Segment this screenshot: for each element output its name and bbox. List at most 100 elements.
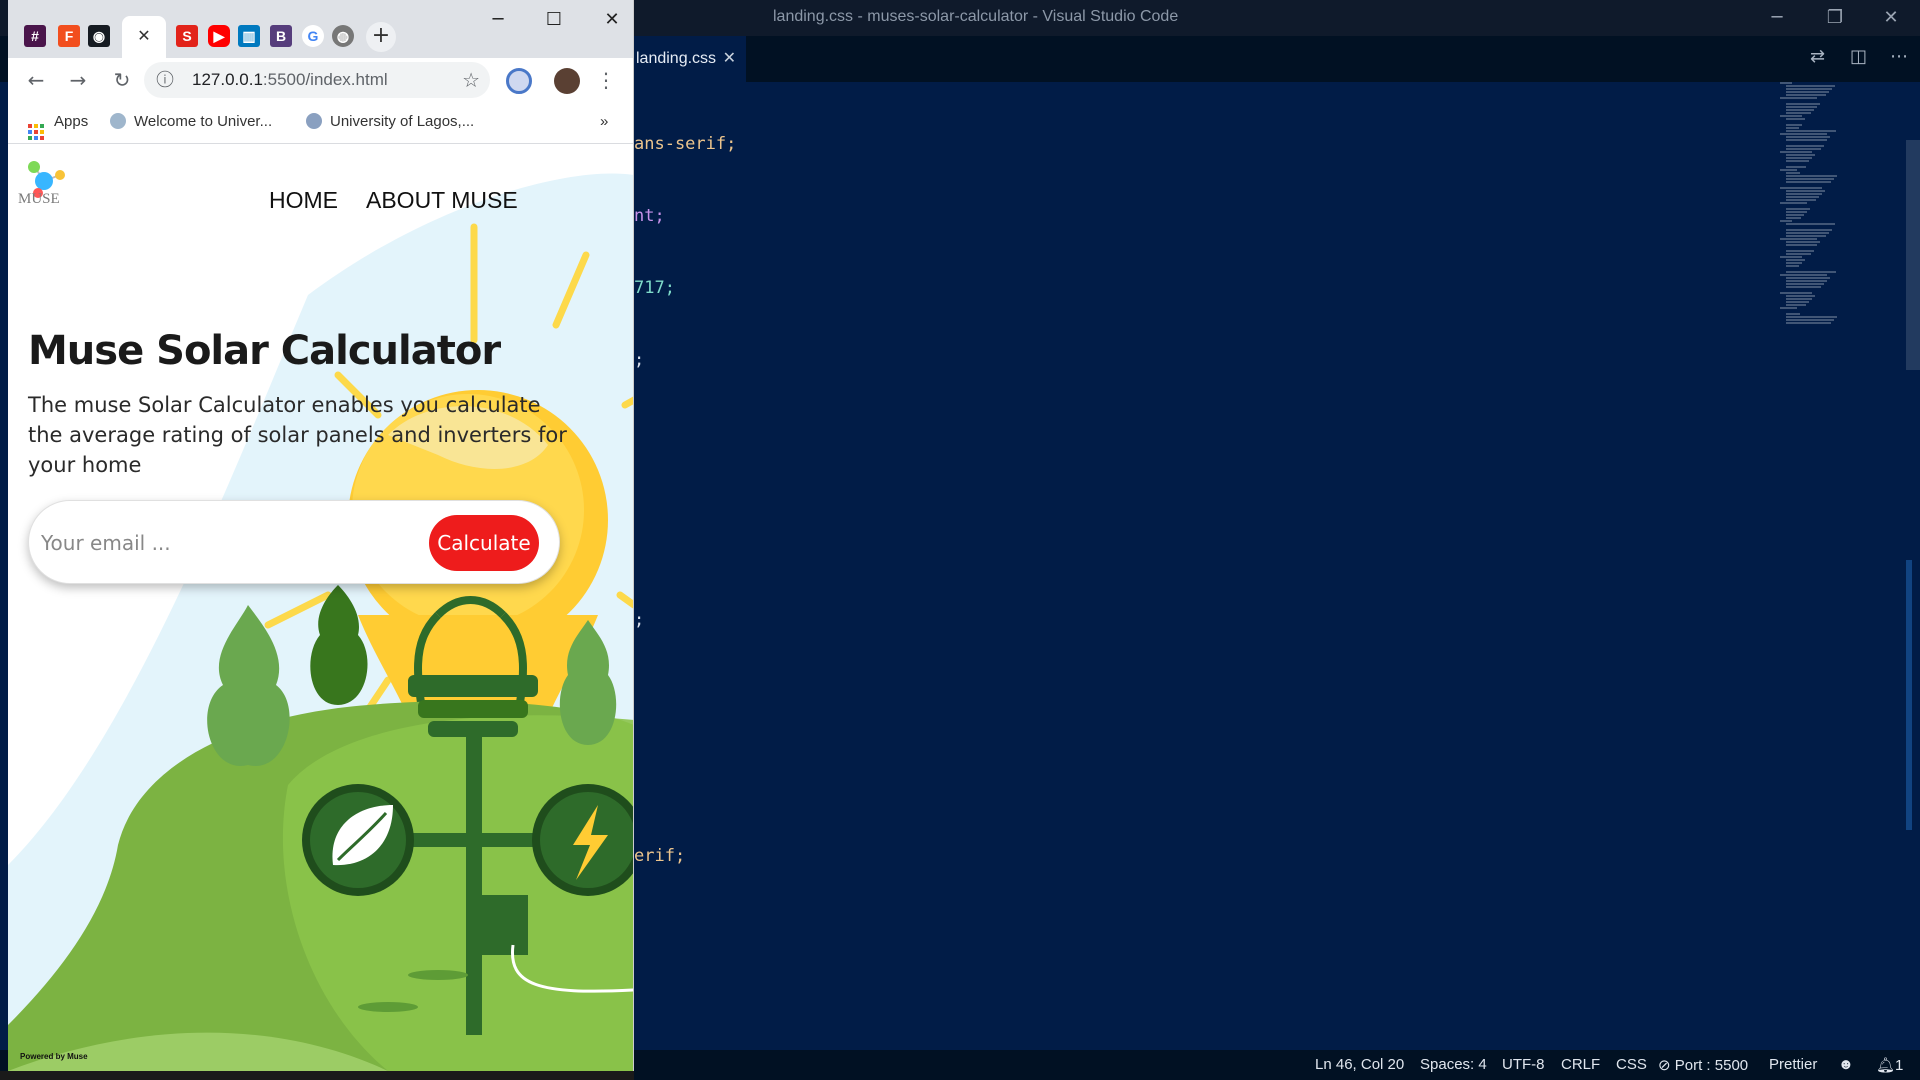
overview-ruler [1906, 560, 1912, 830]
maximize-button[interactable]: ☐ [534, 6, 574, 34]
minimap-line [1786, 166, 1806, 168]
minimap-line [1786, 232, 1829, 234]
minimap-line [1786, 217, 1801, 219]
address-bar[interactable]: i 127.0.0.1:5500/index.html ☆ [144, 62, 490, 98]
status-notifications[interactable]: 🔔︎1 [1876, 1056, 1903, 1074]
no-entry-icon: ⊘ [1658, 1057, 1671, 1074]
nav-about-link[interactable]: ABOUT MUSE [366, 187, 518, 214]
notification-count: 1 [1895, 1057, 1904, 1074]
minimap-line [1780, 238, 1817, 240]
bookmarks-bar: Apps Welcome to Univer... University of … [8, 102, 633, 144]
slides-icon[interactable]: S [176, 25, 198, 47]
close-window-button[interactable]: ✕ [592, 6, 632, 34]
minimap-line [1786, 85, 1835, 87]
slack-icon[interactable]: # [24, 25, 46, 47]
tab-landing-css[interactable]: landing.css ✕ [634, 36, 746, 82]
minimap-line [1786, 211, 1807, 213]
more-actions-icon[interactable]: ⋯ [1890, 46, 1908, 67]
site-info-icon[interactable]: i [156, 70, 174, 88]
minimap-line [1786, 322, 1831, 324]
minimap-line [1786, 148, 1821, 150]
minimap-line [1786, 88, 1832, 90]
bookmark-label: University of Lagos,... [330, 113, 475, 130]
nav-home-link[interactable]: HOME [269, 187, 338, 214]
minimap-line [1786, 160, 1809, 162]
status-indentation[interactable]: Spaces: 4 [1420, 1056, 1487, 1073]
url-text[interactable]: 127.0.0.1:5500/index.html [192, 70, 388, 90]
email-form: Calculate [28, 500, 560, 584]
bookmark-apps[interactable]: Apps [28, 113, 88, 140]
minimap-line [1786, 130, 1836, 132]
extension-icon[interactable] [506, 68, 532, 94]
bookmark-university-welcome[interactable]: Welcome to Univer... [110, 113, 272, 130]
minimap-line [1786, 235, 1826, 237]
youtube-icon[interactable]: ▶ [208, 25, 230, 47]
vscode-minimize-button[interactable]: ─ [1752, 4, 1802, 32]
minimap-line [1786, 259, 1805, 261]
powered-by-text: Powered by Muse [20, 1052, 88, 1061]
url-host: 127.0.0.1 [192, 70, 263, 89]
code-editor[interactable]: ans-serif; nt; 717; ; ; erif; [634, 82, 1784, 1050]
bookmarks-overflow-button[interactable]: » [600, 113, 608, 130]
minimap-line [1786, 199, 1816, 201]
bookmark-university-of-lagos[interactable]: University of Lagos,... [306, 113, 474, 130]
bookmark-star-icon[interactable]: ☆ [462, 68, 480, 92]
profile-avatar[interactable] [554, 68, 580, 94]
minimap-line [1786, 250, 1814, 252]
status-live-server[interactable]: ⊘ Port : 5500 [1658, 1056, 1748, 1074]
minimap-line [1786, 139, 1827, 141]
forward-button[interactable]: → [64, 66, 92, 94]
calculate-button[interactable]: Calculate [429, 515, 539, 571]
minimap-line [1780, 274, 1827, 276]
feedback-smiley-icon[interactable]: ☻ [1838, 1056, 1854, 1073]
back-button[interactable]: ← [22, 66, 50, 94]
split-editor-icon[interactable]: ◫ [1850, 46, 1867, 67]
minimap-line [1786, 112, 1811, 114]
status-encoding[interactable]: UTF-8 [1502, 1056, 1545, 1073]
bootstrap-icon[interactable]: B [270, 25, 292, 47]
minimap-line [1780, 220, 1792, 222]
vscode-restore-button[interactable]: ❐ [1810, 4, 1860, 32]
minimap-line [1786, 313, 1800, 315]
minimap-line [1786, 286, 1821, 288]
status-formatter[interactable]: Prettier [1769, 1056, 1817, 1073]
vscode-close-button[interactable]: ✕ [1866, 4, 1916, 32]
active-tab[interactable]: ✕ [122, 16, 166, 58]
minimap-line [1786, 262, 1802, 264]
code-fragment: 717; [634, 278, 675, 298]
status-eol[interactable]: CRLF [1561, 1056, 1600, 1073]
university-favicon-icon [110, 113, 126, 129]
minimap-line [1780, 256, 1802, 258]
trello-icon[interactable]: ▥ [238, 25, 260, 47]
globe-icon[interactable]: ◍ [332, 25, 354, 47]
chrome-menu-icon[interactable]: ⋮ [592, 66, 620, 94]
minimap-line [1780, 169, 1797, 171]
code-fragment: ; [634, 610, 645, 630]
minimap-line [1786, 127, 1799, 129]
minimap-line [1786, 190, 1825, 192]
email-input[interactable] [41, 521, 401, 565]
status-language[interactable]: CSS [1616, 1056, 1647, 1073]
minimap-line [1786, 145, 1824, 147]
new-tab-button[interactable]: + [366, 22, 396, 52]
tab-close-icon[interactable]: ✕ [137, 26, 150, 45]
minimap-line [1786, 319, 1834, 321]
minimap-line [1786, 241, 1820, 243]
minimap-line [1786, 91, 1829, 93]
editor-scrollbar[interactable] [1906, 140, 1920, 370]
figma-icon[interactable]: F [58, 25, 80, 47]
minimap-line [1780, 115, 1802, 117]
code-fragment: nt; [634, 206, 665, 226]
status-cursor-position[interactable]: Ln 46, Col 20 [1315, 1056, 1404, 1073]
tab-close-icon[interactable]: ✕ [723, 36, 736, 82]
minimize-button[interactable]: ─ [478, 6, 518, 34]
status-port-label: Port : 5500 [1674, 1057, 1749, 1074]
google-icon[interactable]: G [302, 25, 324, 47]
minimap-line [1780, 151, 1812, 153]
minimap-line [1786, 178, 1834, 180]
minimap-line [1786, 298, 1812, 300]
minimap[interactable] [1780, 82, 1900, 342]
reload-button[interactable]: ↻ [108, 66, 136, 94]
github-icon[interactable]: ◉ [88, 25, 110, 47]
open-changes-icon[interactable]: ⇄ [1810, 46, 1825, 67]
